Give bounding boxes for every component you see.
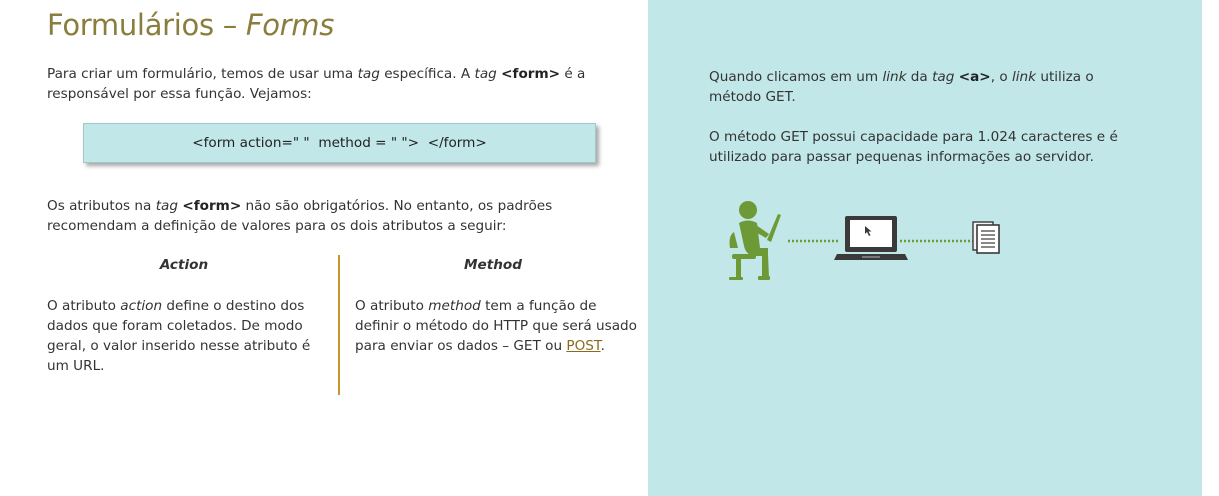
person-at-computer-icon <box>729 201 781 280</box>
intro-paragraph: Para criar um formulário, temos de usar … <box>47 66 586 102</box>
side-panel-paragraph-2: O método GET possui capacidade para 1.02… <box>709 129 1118 165</box>
code-example: <form action=" " method = " "> </form> <box>192 135 487 151</box>
method-description: O atributo method tem a função de defini… <box>355 298 637 354</box>
action-header: Action <box>159 257 209 273</box>
method-header: Method <box>464 257 522 273</box>
post-link[interactable]: POST <box>566 338 600 354</box>
page-title: Formulários – Forms <box>47 8 335 42</box>
document-stack-icon <box>972 221 1000 254</box>
side-panel-paragraph-1: Quando clicamos em um link da tag <a>, o… <box>709 69 1094 105</box>
action-description: O atributo action define o destino dos d… <box>47 298 311 374</box>
attributes-paragraph: Os atributos na tag <form> não são obrig… <box>47 198 553 234</box>
code-example-box: <form action=" " method = " "> </form> <box>83 123 596 163</box>
get-request-illustration <box>729 201 1000 280</box>
left-content: Formulários – Forms Para criar um formul… <box>0 0 648 496</box>
laptop-icon <box>834 216 908 260</box>
column-divider <box>338 255 340 395</box>
